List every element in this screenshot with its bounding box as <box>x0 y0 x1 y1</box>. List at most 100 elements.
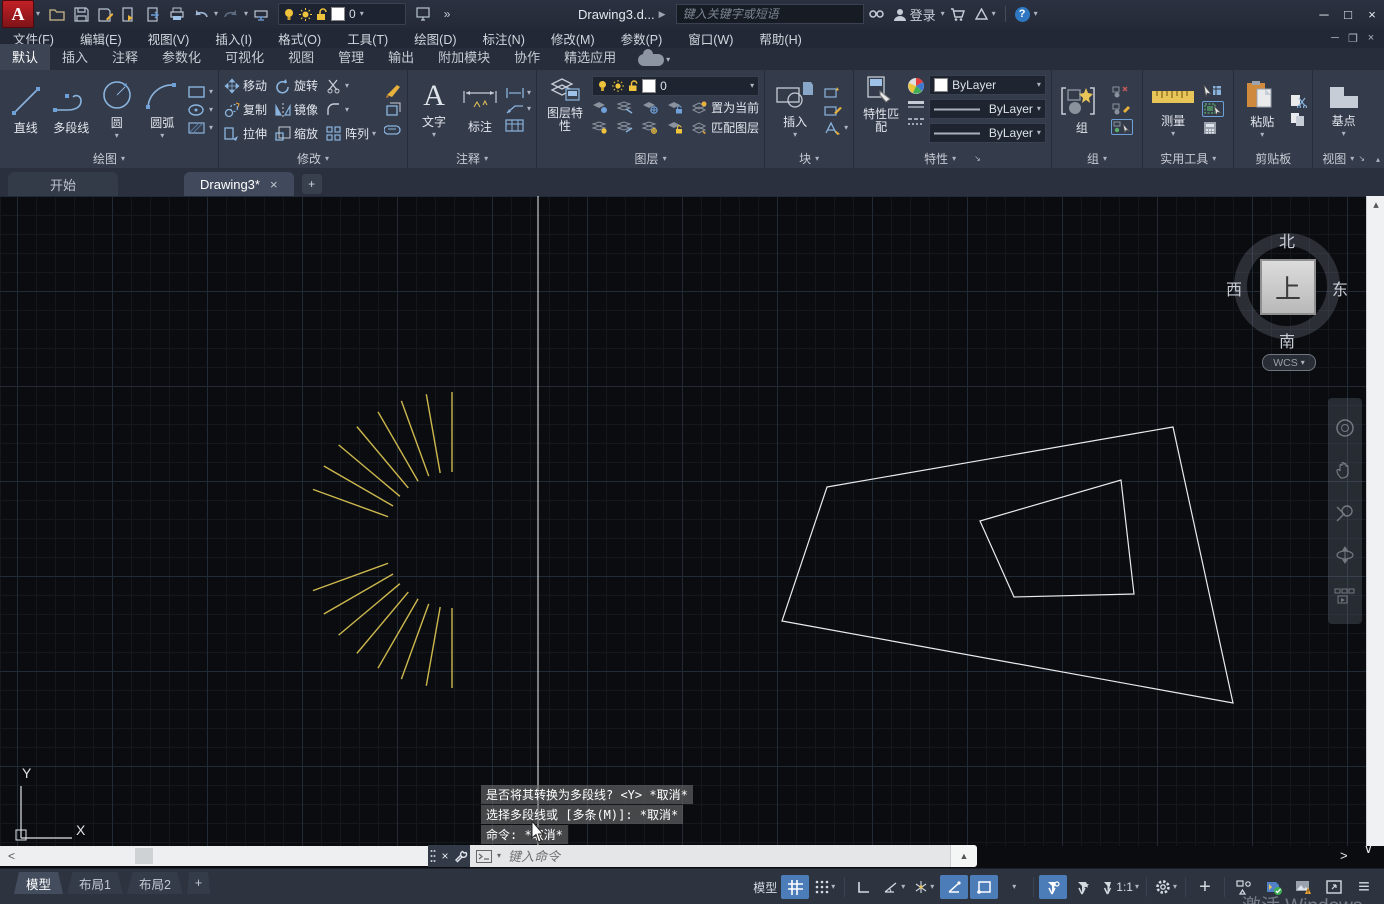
command-close-icon[interactable]: × <box>441 849 448 863</box>
ellipse-button[interactable]: ▾ <box>187 103 213 117</box>
layer-isolate-icon[interactable] <box>617 101 633 114</box>
ungroup-button[interactable] <box>1111 85 1133 98</box>
edit-block-button[interactable] <box>824 103 848 117</box>
rectangle-button[interactable]: ▾ <box>187 85 213 99</box>
group-edit-button[interactable] <box>1111 102 1133 115</box>
lineweight-dropdown[interactable]: ByLayer ▾ <box>929 99 1046 119</box>
scale-button[interactable]: 缩放 <box>275 125 318 142</box>
text-button[interactable]: A 文字 ▾ <box>413 80 455 139</box>
ribbon-tab-addins[interactable]: 附加模块 <box>426 44 502 70</box>
app-store-cart-icon[interactable] <box>950 7 965 21</box>
viewcube-east[interactable]: 东 <box>1332 276 1348 300</box>
scroll-right-icon[interactable]: > <box>1340 848 1348 863</box>
annotation-monitor-plus-button[interactable]: + <box>1191 875 1219 899</box>
panel-utilities-label[interactable]: 实用工具 ▾ <box>1143 149 1233 168</box>
layer-unlock-icon[interactable] <box>667 121 683 134</box>
workspace-switching-button[interactable]: ▾ <box>1152 875 1180 899</box>
isodraft-toggle[interactable]: ▾ <box>910 875 938 899</box>
line-button[interactable]: 直线 <box>5 84 47 136</box>
quick-select-button[interactable] <box>1202 84 1224 97</box>
measure-button[interactable]: 测量 ▾ <box>1148 81 1198 138</box>
osnap-chevron[interactable]: ▾ <box>1000 875 1028 899</box>
save-button[interactable] <box>70 3 92 25</box>
app-menu-button[interactable]: A <box>2 0 34 28</box>
scroll-up-icon[interactable]: ▴ <box>1373 198 1379 846</box>
annotation-visibility-toggle[interactable] <box>1039 875 1068 899</box>
ribbon-tab-collaborate[interactable]: 协作 <box>502 44 552 70</box>
open-button[interactable] <box>46 3 68 25</box>
navigation-bar[interactable] <box>1328 398 1362 624</box>
export-button[interactable] <box>142 3 164 25</box>
navwheel-icon[interactable] <box>1335 418 1355 438</box>
workspace-icon[interactable] <box>412 3 434 25</box>
group-selection-toggle[interactable] <box>1110 118 1133 135</box>
create-block-button[interactable] <box>824 85 848 99</box>
a360-cloud-icon[interactable] <box>638 49 665 66</box>
ribbon-tab-home[interactable]: 默认 <box>0 44 51 70</box>
cloud-chevron-icon[interactable]: ▾ <box>666 56 670 64</box>
match-properties-button[interactable]: 特性匹配 <box>859 75 903 134</box>
minimize-button[interactable]: ─ <box>1312 3 1336 25</box>
panel-draw-label[interactable]: 绘图 ▾ <box>0 149 218 168</box>
new-layout-button[interactable]: + <box>186 872 211 894</box>
title-play-icon[interactable]: ▶ <box>659 9 666 20</box>
rotate-button[interactable]: 旋转 <box>275 77 318 94</box>
arc-chevron-icon[interactable]: ▾ <box>160 132 164 140</box>
app-menu-chevron-icon[interactable]: ▾ <box>36 10 40 18</box>
command-input-area[interactable]: ▾ <box>470 845 950 867</box>
ribbon-tab-view[interactable]: 视图 <box>276 44 326 70</box>
circle-button[interactable]: 圆 ▾ <box>96 79 138 140</box>
table-button[interactable] <box>505 119 531 132</box>
ribbon-tab-annotate[interactable]: 注释 <box>100 44 150 70</box>
viewcube[interactable]: 北 西 东 南 上 WCS ▾ <box>1224 210 1354 371</box>
recent-commands-chevron-icon[interactable]: ▾ <box>497 852 501 860</box>
erase-button[interactable] <box>384 82 402 98</box>
ribbon-tab-output[interactable]: 输出 <box>376 44 426 70</box>
menu-help[interactable]: 帮助(H) <box>746 29 814 48</box>
command-bar-grip[interactable]: × <box>428 845 470 867</box>
linetype-dropdown[interactable]: ByLayer ▾ <box>929 123 1046 143</box>
wrench-icon[interactable] <box>454 849 468 863</box>
copy-button[interactable]: 复制 <box>224 101 267 118</box>
paste-button[interactable]: 粘贴 ▾ <box>1239 80 1285 139</box>
drawing-canvas[interactable]: YX 北 西 东 南 上 WCS ▾ 是否将其转换为多段线? <Y> *取消* 选… <box>0 196 1366 846</box>
help-icon[interactable]: ? ▾ <box>1014 6 1038 22</box>
vertical-scrollbar[interactable]: ▴ <box>1366 196 1384 846</box>
sign-in-button[interactable]: 登录 <box>893 5 936 24</box>
base-view-button[interactable]: 基点 ▾ <box>1319 81 1369 138</box>
doc-close-button[interactable]: × <box>1362 30 1380 46</box>
file-tab-start[interactable]: 开始 <box>8 172 118 196</box>
horizontal-scrollbar[interactable]: < <box>0 846 428 866</box>
search-input[interactable] <box>680 6 859 22</box>
viewcube-west[interactable]: 西 <box>1226 276 1242 300</box>
linear-dim-button[interactable]: ▾ <box>505 87 531 99</box>
undo-chevron-icon[interactable]: ▾ <box>214 10 218 18</box>
dimension-button[interactable]: 标注 <box>459 85 501 135</box>
menu-window[interactable]: 窗口(W) <box>675 29 746 48</box>
layout-tab-model[interactable]: 模型 <box>14 872 64 894</box>
trim-button[interactable]: ▾ <box>326 78 376 94</box>
panel-block-label[interactable]: 块 ▾ <box>765 149 853 168</box>
color-wheel-icon[interactable] <box>907 77 925 95</box>
ribbon-tab-visualize[interactable]: 可视化 <box>213 44 276 70</box>
select-similar-button[interactable] <box>1202 101 1225 117</box>
doc-minimize-button[interactable]: ─ <box>1326 30 1344 46</box>
insert-block-button[interactable]: 插入 ▾ <box>770 80 820 139</box>
scroll-left-icon[interactable]: < <box>8 849 15 863</box>
layer-lock-icon[interactable] <box>667 101 683 114</box>
snap-toggle[interactable]: ▾ <box>811 875 839 899</box>
search-box[interactable] <box>675 4 864 24</box>
redo-chevron-icon[interactable]: ▾ <box>244 10 248 18</box>
copy-clip-button[interactable] <box>1289 112 1307 126</box>
layer-on-icon[interactable] <box>592 121 608 134</box>
annotation-autoscale-toggle[interactable] <box>1069 875 1097 899</box>
layout-tab-layout2[interactable]: 布局2 <box>126 872 183 894</box>
panel-layers-label[interactable]: 图层 ▾ <box>537 149 764 168</box>
ribbon-tab-featured[interactable]: 精选应用 <box>552 44 628 70</box>
ortho-toggle[interactable] <box>850 875 878 899</box>
plot-button[interactable] <box>166 3 188 25</box>
layer-thaw-icon[interactable] <box>642 121 658 134</box>
viewcube-north[interactable]: 北 <box>1279 228 1295 252</box>
layer-state-dropdown[interactable]: 0 ▾ <box>278 3 407 25</box>
search-icon[interactable] <box>868 8 884 20</box>
